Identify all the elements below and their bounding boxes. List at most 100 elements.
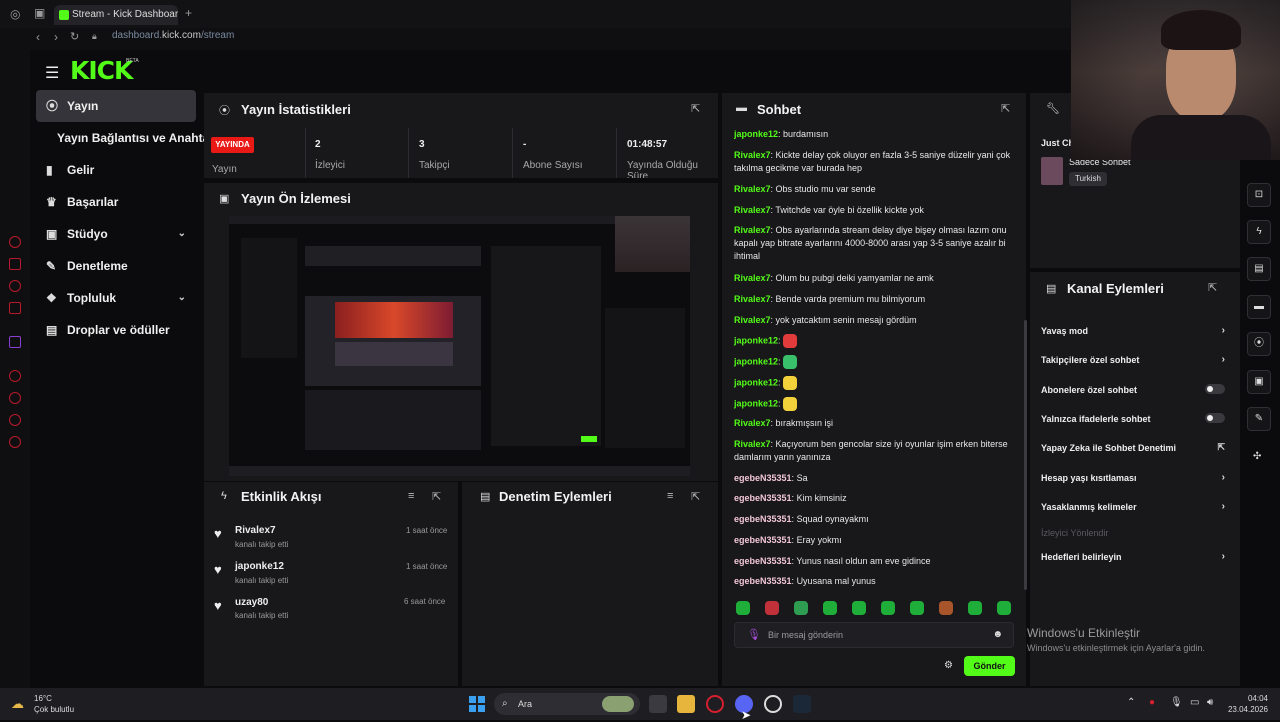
chat-username[interactable]: Rivalex7 bbox=[734, 150, 771, 160]
clock-time[interactable]: 04:04 bbox=[1222, 694, 1268, 703]
chat-username[interactable]: egebeN35351 bbox=[734, 576, 792, 586]
rail-button-list[interactable]: ▤ bbox=[1247, 257, 1271, 281]
emoji-icon[interactable]: ☻ bbox=[992, 623, 1003, 647]
chat-username[interactable]: japonke12 bbox=[734, 398, 778, 408]
popout-icon[interactable]: ⇱ bbox=[1001, 102, 1010, 115]
nav-item-achievements[interactable]: ♛ Başarılar bbox=[36, 186, 196, 218]
rail-app-icon[interactable] bbox=[9, 392, 21, 404]
activity-user[interactable]: japonke12 bbox=[235, 561, 284, 572]
clock-date[interactable]: 23.04.2026 bbox=[1222, 705, 1268, 714]
browser-tab-active[interactable]: Stream - Kick Dashboard bbox=[54, 5, 178, 25]
popout-icon[interactable]: ⇱ bbox=[432, 490, 441, 503]
emote-icon[interactable] bbox=[997, 601, 1011, 615]
stream-preview-video[interactable] bbox=[229, 216, 690, 476]
action-ai-moderation[interactable]: Yapay Zeka ile Sohbet Denetimi ⇱ bbox=[1041, 442, 1225, 453]
weather-desc[interactable]: Çok bulutlu bbox=[34, 705, 74, 714]
file-explorer-icon[interactable] bbox=[677, 695, 695, 713]
activity-user[interactable]: uzay80 bbox=[235, 597, 268, 608]
obs-icon[interactable] bbox=[764, 695, 782, 713]
tab-actions-icon[interactable]: ▣ bbox=[34, 6, 45, 20]
twitch-icon[interactable] bbox=[9, 336, 21, 348]
emote-icon[interactable] bbox=[910, 601, 924, 615]
nav-item-drops[interactable]: ▤ Droplar ve ödüller bbox=[36, 314, 196, 346]
tray-chevron-icon[interactable]: ⌃ bbox=[1127, 697, 1135, 708]
new-tab-icon[interactable]: + bbox=[185, 6, 192, 20]
settings-icon[interactable] bbox=[9, 436, 21, 448]
kick-logo[interactable]: KICK bbox=[70, 56, 133, 85]
chat-username[interactable]: Rivalex7 bbox=[734, 273, 771, 283]
weather-icon[interactable]: ☁ bbox=[11, 696, 24, 712]
emote-icon[interactable] bbox=[783, 355, 798, 369]
chat-username[interactable]: egebeN35351 bbox=[734, 556, 792, 566]
chat-scrollbar[interactable] bbox=[1024, 320, 1027, 590]
emote-icon[interactable] bbox=[794, 601, 808, 615]
send-button[interactable]: Gönder bbox=[964, 656, 1015, 676]
emote-icon[interactable] bbox=[783, 397, 798, 411]
popout-icon[interactable]: ⇱ bbox=[691, 102, 700, 115]
chat-username[interactable]: egebeN35351 bbox=[734, 493, 792, 503]
rail-app-icon[interactable] bbox=[9, 370, 21, 382]
url-field[interactable]: dashboard.kick.com/stream bbox=[112, 30, 234, 41]
emote-icon[interactable] bbox=[968, 601, 982, 615]
activity-user[interactable]: Rivalex7 bbox=[235, 525, 276, 536]
nav-item-moderation[interactable]: ✎ Denetleme bbox=[36, 250, 196, 282]
chat-input[interactable]: 🎙︎ Bir mesaj gönderin ☻ bbox=[734, 622, 1014, 648]
filter-icon[interactable]: ≡ bbox=[408, 490, 414, 502]
chat-username[interactable]: Rivalex7 bbox=[734, 418, 771, 428]
opera-gx-icon[interactable] bbox=[706, 695, 724, 713]
emote-icon[interactable] bbox=[852, 601, 866, 615]
chat-username[interactable]: Rivalex7 bbox=[734, 439, 771, 449]
chat-username[interactable]: Rivalex7 bbox=[734, 184, 771, 194]
forward-icon[interactable]: › bbox=[54, 30, 58, 44]
chat-settings-icon[interactable]: ⚙ bbox=[944, 660, 953, 671]
steam-icon[interactable] bbox=[793, 695, 811, 713]
rail-button-preview[interactable]: ⊡ bbox=[1247, 183, 1271, 207]
nav-item-stream[interactable]: ⦿ Yayın bbox=[36, 90, 196, 122]
taskbar-search[interactable]: ⌕ Ara bbox=[494, 693, 640, 715]
nav-item-revenue[interactable]: ▮ Gelir bbox=[36, 154, 196, 186]
rail-button-panel[interactable]: ▣ bbox=[1247, 370, 1271, 394]
add-widget-icon[interactable]: ✣ bbox=[1253, 451, 1261, 462]
action-account-age[interactable]: Hesap yaşı kısıtlaması › bbox=[1041, 472, 1225, 483]
rail-button-broadcast[interactable]: ⦿ bbox=[1247, 332, 1271, 356]
reload-icon[interactable]: ↻ bbox=[70, 30, 79, 43]
microphone-tray-icon[interactable]: 🎙︎ bbox=[1170, 697, 1183, 708]
action-banned-words[interactable]: Yasaklanmış kelimeler › bbox=[1041, 501, 1225, 512]
emote-icon[interactable] bbox=[823, 601, 837, 615]
nav-item-studio[interactable]: ▣ Stüdyo ⌄ bbox=[36, 218, 196, 250]
chat-username[interactable]: egebeN35351 bbox=[734, 535, 792, 545]
rail-app-icon[interactable] bbox=[9, 302, 21, 314]
subscribers-only-toggle[interactable] bbox=[1205, 384, 1225, 394]
menu-icon[interactable]: ☰ bbox=[45, 63, 59, 83]
emote-icon[interactable] bbox=[939, 601, 953, 615]
emote-icon[interactable] bbox=[765, 601, 779, 615]
chat-username[interactable]: Rivalex7 bbox=[734, 205, 771, 215]
nav-item-stream-key[interactable]: Yayın Bağlantısı ve Anahtarı bbox=[36, 122, 217, 154]
filter-icon[interactable]: ≡ bbox=[667, 490, 673, 502]
chat-username[interactable]: Rivalex7 bbox=[734, 315, 771, 325]
action-followers-only[interactable]: Takipçilere özel sohbet › bbox=[1041, 354, 1225, 365]
rail-button-bolt[interactable]: ϟ bbox=[1247, 220, 1271, 244]
popout-icon[interactable]: ⇱ bbox=[1208, 281, 1217, 294]
chat-username[interactable]: egebeN35351 bbox=[734, 473, 792, 483]
windows-start-icon[interactable] bbox=[469, 696, 485, 712]
emote-icon[interactable] bbox=[783, 334, 798, 348]
chat-username[interactable]: japonke12 bbox=[734, 356, 778, 366]
chat-username[interactable]: japonke12 bbox=[734, 335, 778, 345]
action-set-goals[interactable]: Hedefleri belirleyin › bbox=[1041, 551, 1225, 562]
weather-temp[interactable]: 16°C bbox=[34, 694, 52, 703]
chat-username[interactable]: Rivalex7 bbox=[734, 294, 771, 304]
browser-logo-icon[interactable]: ◎ bbox=[10, 7, 20, 21]
task-view-icon[interactable] bbox=[649, 695, 667, 713]
popout-icon[interactable]: ⇱ bbox=[691, 490, 700, 503]
chat-username[interactable]: japonke12 bbox=[734, 377, 778, 387]
nav-item-community[interactable]: ❖ Topluluk ⌄ bbox=[36, 282, 196, 314]
rail-app-icon[interactable] bbox=[9, 280, 21, 292]
rail-app-icon[interactable] bbox=[9, 414, 21, 426]
chat-username[interactable]: Rivalex7 bbox=[734, 225, 771, 235]
network-icon[interactable]: ▭ bbox=[1190, 697, 1199, 708]
emote-icon[interactable] bbox=[783, 376, 798, 390]
emotes-only-toggle[interactable] bbox=[1205, 413, 1225, 423]
rail-button-wrench[interactable]: ✎ bbox=[1247, 407, 1271, 431]
rail-app-icon[interactable] bbox=[9, 236, 21, 248]
